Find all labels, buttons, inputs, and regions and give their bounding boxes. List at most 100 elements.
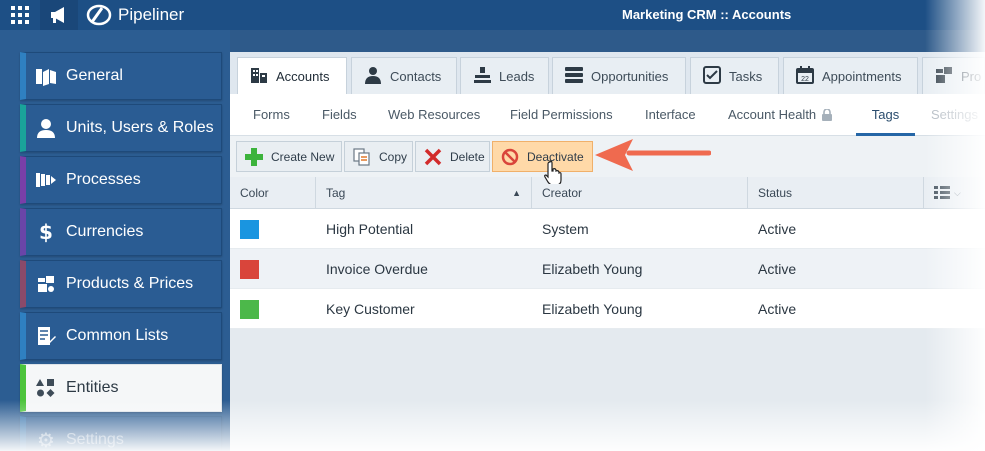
shapes-icon — [26, 378, 66, 398]
sidebar-item-products-prices[interactable]: Products & Prices — [20, 260, 222, 308]
entity-subtabs: Forms Fields Web Resources Field Permiss… — [230, 94, 985, 136]
sidebar-item-processes[interactable]: Processes — [20, 156, 222, 204]
table-header: Color Tag ▲ Creator Status ⌵ — [230, 177, 985, 209]
calendar-icon: 22 — [796, 65, 814, 87]
sidebar-item-general[interactable]: General — [20, 52, 222, 100]
sidebar-item-label: Processes — [66, 171, 141, 188]
megaphone-icon[interactable] — [40, 0, 78, 30]
sidebar-item-label: Common Lists — [66, 327, 169, 344]
entity-tabs: Accounts Contacts Leads Opportunities Ta… — [230, 52, 985, 94]
status-cell: Active — [758, 301, 797, 317]
tab-label: Tasks — [729, 68, 763, 84]
pipeliner-logo-icon — [86, 4, 112, 26]
sidebar-item-entities[interactable]: Entities — [20, 364, 222, 412]
tag-color-swatch — [240, 300, 259, 319]
list-edit-icon — [26, 326, 66, 346]
tab-opportunities[interactable]: Opportunities — [552, 57, 686, 94]
subtab-settings[interactable]: Settings — [931, 94, 978, 136]
tag-name-cell: Key Customer — [326, 301, 415, 317]
tab-label: Pro — [961, 68, 982, 84]
subtab-web-resources[interactable]: Web Resources — [388, 94, 480, 136]
status-cell: Active — [758, 221, 797, 237]
task-check-icon — [703, 65, 721, 87]
subtab-interface[interactable]: Interface — [645, 94, 696, 136]
table-row[interactable]: High Potential System Active — [230, 209, 985, 249]
opportunities-icon — [565, 66, 583, 86]
subtab-field-permissions[interactable]: Field Permissions — [510, 94, 613, 136]
creator-cell: Elizabeth Young — [542, 301, 643, 317]
tab-label: Appointments — [822, 68, 902, 84]
tab-label: Contacts — [390, 68, 442, 84]
lock-icon — [822, 109, 833, 121]
column-header-color[interactable]: Color — [230, 177, 316, 209]
create-new-button[interactable]: Create New — [236, 141, 342, 172]
tab-label: Leads — [499, 68, 535, 84]
tab-appointments[interactable]: 22 Appointments — [783, 57, 918, 94]
contact-icon — [364, 66, 382, 87]
tab-label: Accounts — [276, 68, 330, 84]
table-row[interactable]: Key Customer Elizabeth Young Active — [230, 289, 985, 329]
tab-tasks[interactable]: Tasks — [690, 57, 779, 94]
sidebar-item-label: Entities — [66, 379, 119, 396]
table-empty-area — [230, 329, 985, 451]
apps-grid-icon[interactable] — [0, 0, 40, 30]
table-row[interactable]: Invoice Overdue Elizabeth Young Active — [230, 249, 985, 289]
subtab-fields[interactable]: Fields — [322, 94, 357, 136]
button-label: Delete — [450, 149, 485, 164]
tag-name-cell: High Potential — [326, 221, 414, 237]
status-cell: Active — [758, 261, 797, 277]
tab-contacts[interactable]: Contacts — [351, 57, 457, 94]
subtab-label: Account Health — [728, 107, 817, 122]
sidebar-item-common-lists[interactable]: Common Lists — [20, 312, 222, 360]
sort-ascending-icon: ▲ — [512, 188, 521, 198]
subtab-tags[interactable]: Tags — [856, 94, 915, 136]
sidebar-item-settings[interactable]: ⚙ Settings — [20, 416, 222, 451]
hand-cursor-icon — [544, 160, 562, 184]
column-label: Tag — [326, 186, 346, 200]
columns-list-icon — [934, 186, 950, 199]
tab-leads[interactable]: Leads — [460, 57, 549, 94]
chevron-down-icon: ⌵ — [954, 188, 961, 198]
sidebar: General Units, Users & Roles Processes $… — [0, 30, 230, 451]
delete-button[interactable]: Delete — [415, 141, 490, 172]
tab-products[interactable]: Pro — [922, 57, 985, 94]
sidebar-item-label: Products & Prices — [66, 275, 194, 292]
creator-cell: System — [542, 221, 589, 237]
copy-icon — [353, 147, 370, 166]
deactivate-button[interactable]: Deactivate — [492, 141, 593, 172]
brand-logo[interactable]: Pipeliner — [86, 0, 184, 30]
sidebar-item-label: Units, Users & Roles — [66, 119, 214, 136]
creator-cell: Elizabeth Young — [542, 261, 643, 277]
sidebar-item-currencies[interactable]: $ Currencies — [20, 208, 222, 256]
copy-button[interactable]: Copy — [344, 141, 413, 172]
main-panel: Accounts Contacts Leads Opportunities Ta… — [230, 52, 985, 451]
dollar-icon: $ — [39, 220, 53, 244]
column-header-status[interactable]: Status — [748, 177, 924, 209]
sidebar-item-label: Currencies — [66, 223, 144, 240]
top-bar: Pipeliner Marketing CRM :: Accounts — [0, 0, 985, 30]
leads-icon — [473, 66, 491, 87]
plus-icon — [245, 147, 263, 166]
subtab-forms[interactable]: Forms — [253, 94, 290, 136]
column-header-tag[interactable]: Tag ▲ — [316, 177, 532, 209]
subtab-account-health[interactable]: Account Health — [728, 94, 833, 136]
button-label: Copy — [379, 149, 408, 164]
tag-name-cell: Invoice Overdue — [326, 261, 428, 277]
svg-text:22: 22 — [801, 76, 809, 83]
annotation-arrow-icon — [595, 139, 711, 171]
sidebar-item-label: Settings — [66, 431, 124, 448]
button-label: Create New — [271, 149, 335, 164]
sidebar-item-units-users-roles[interactable]: Units, Users & Roles — [20, 104, 222, 152]
prohibited-icon — [501, 148, 519, 165]
column-header-creator[interactable]: Creator — [532, 177, 748, 209]
process-icon — [26, 171, 66, 189]
delete-x-icon — [424, 148, 442, 165]
gear-icon: ⚙ — [37, 428, 55, 451]
column-chooser-button[interactable]: ⌵ — [924, 177, 985, 209]
tab-label: Opportunities — [591, 68, 669, 84]
brand-name: Pipeliner — [118, 5, 185, 24]
tab-accounts[interactable]: Accounts — [237, 57, 347, 94]
general-icon — [26, 66, 66, 86]
products-icon — [26, 274, 66, 294]
sidebar-item-label: General — [66, 67, 123, 84]
